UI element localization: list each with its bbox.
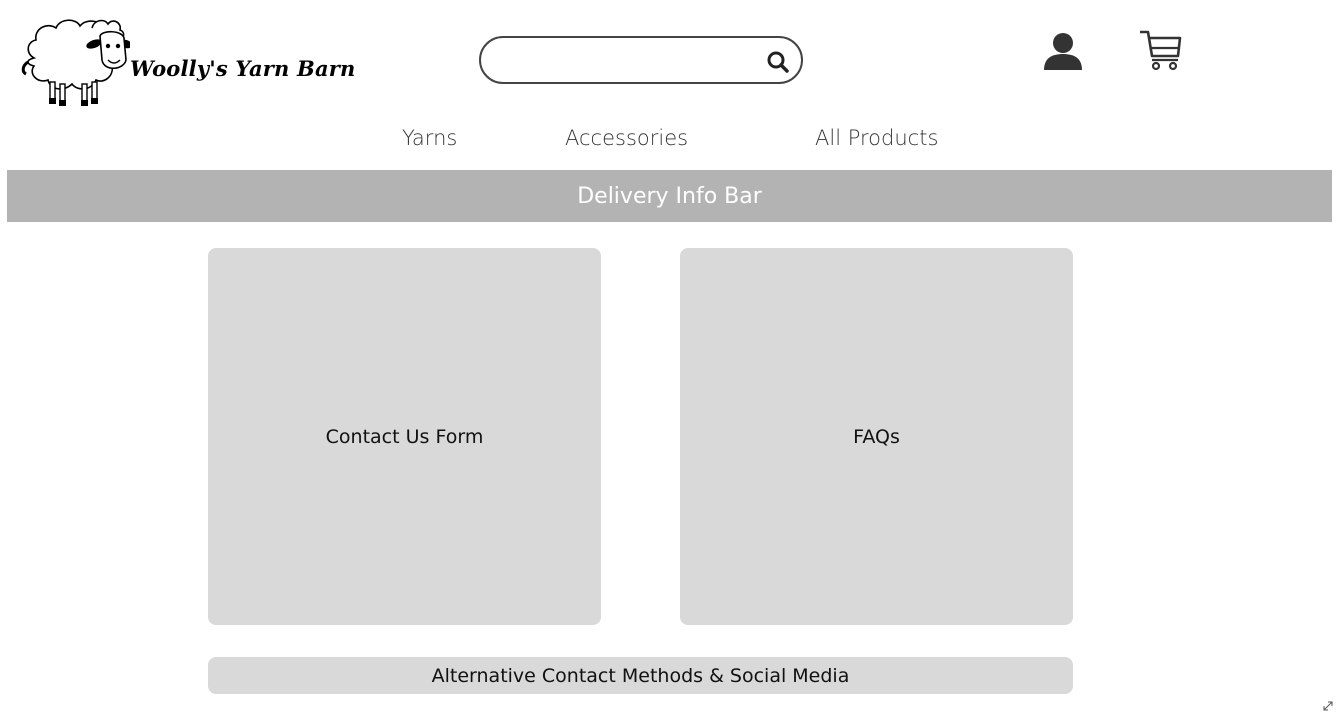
resize-icon[interactable]: [1322, 700, 1334, 712]
search-input[interactable]: [499, 46, 753, 76]
faqs-panel[interactable]: FAQs: [680, 248, 1073, 625]
search-icon[interactable]: [765, 49, 791, 75]
alt-contact-bar[interactable]: Alternative Contact Methods & Social Med…: [208, 657, 1073, 694]
page: Woolly's Yarn Barn Yarns Accessories All…: [0, 0, 1336, 728]
contact-us-form-label: Contact Us Form: [325, 425, 484, 448]
logo-text: Woolly's Yarn Barn: [130, 56, 356, 81]
site-logo[interactable]: Woolly's Yarn Barn: [20, 14, 400, 114]
faqs-label: FAQs: [853, 425, 900, 448]
nav-link-accessories[interactable]: Accessories: [565, 126, 688, 150]
alt-contact-label: Alternative Contact Methods & Social Med…: [431, 664, 850, 687]
nav-link-all-products[interactable]: All Products: [815, 126, 938, 150]
contact-us-form-panel[interactable]: Contact Us Form: [208, 248, 601, 625]
delivery-info-bar: Delivery Info Bar: [7, 170, 1332, 222]
user-icon[interactable]: [1042, 30, 1084, 72]
delivery-info-label: Delivery Info Bar: [577, 183, 762, 209]
search-box: [479, 36, 803, 84]
cart-icon[interactable]: [1138, 28, 1184, 72]
nav-link-yarns[interactable]: Yarns: [402, 126, 457, 150]
sheep-icon: [21, 19, 130, 106]
